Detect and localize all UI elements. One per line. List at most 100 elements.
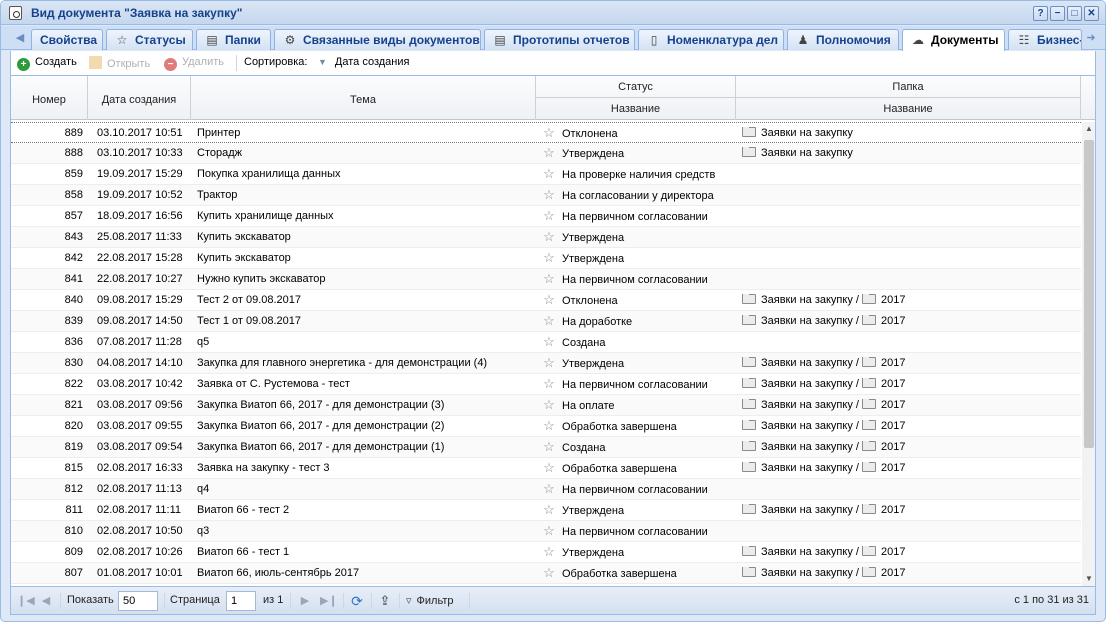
star-icon[interactable]: ☆ [542, 504, 556, 516]
cell-date: 03.10.2017 10:51 [97, 127, 183, 139]
star-icon[interactable]: ☆ [542, 168, 556, 180]
last-page-icon[interactable]: ▶❙ [320, 594, 338, 608]
path-separator: / [852, 315, 862, 327]
star-icon[interactable]: ☆ [542, 567, 556, 579]
cell-number: 857 [64, 210, 83, 222]
cell-folder: Заявки на закупку / 2017 [742, 567, 1082, 579]
tab-scroll-left-icon[interactable]: ◀ [13, 30, 27, 46]
scroll-up-icon[interactable]: ▲ [1082, 122, 1095, 136]
next-page-icon[interactable]: ▶ [298, 594, 312, 608]
folder-icon [742, 357, 756, 367]
cell-status: ☆ На доработке [542, 315, 742, 328]
table-row[interactable]: 809 02.08.2017 10:26 Виатоп 66 - тест 1 ☆ Ут… [11, 542, 1081, 563]
status-name: На первичном согласовании [562, 379, 708, 391]
table-row[interactable]: 822 03.08.2017 10:42 Заявка от С. Рустемов… [11, 374, 1081, 395]
close-button[interactable]: ✕ [1084, 6, 1099, 21]
star-icon[interactable]: ☆ [542, 462, 556, 474]
create-button[interactable]: + Создать [17, 56, 77, 71]
star-icon[interactable]: ☆ [542, 483, 556, 495]
first-page-icon[interactable]: ❙◀ [17, 594, 35, 608]
table-row[interactable]: 842 22.08.2017 15:28 Купить экскаватор ☆ Утв… [11, 248, 1081, 269]
tab-permissions[interactable]: ♟ Полномочия [787, 29, 899, 50]
cell-date: 03.10.2017 10:33 [97, 147, 183, 159]
cell-status: ☆ Обработка завершена [542, 567, 742, 580]
sort-selector[interactable]: ▼ Дата создания [318, 56, 409, 68]
table-row[interactable]: 820 03.08.2017 09:55 Закупка Виатоп 66, 20… [11, 416, 1081, 437]
scrollbar-thumb[interactable] [1084, 140, 1094, 448]
star-icon[interactable]: ☆ [542, 147, 556, 159]
path-separator: / [852, 294, 862, 306]
star-icon[interactable]: ☆ [542, 315, 556, 327]
table-row[interactable]: 810 02.08.2017 10:50 q3 ☆ На первичном согла… [11, 521, 1081, 542]
table-row[interactable]: 821 03.08.2017 09:56 Закупка Виатоп 66, 20… [11, 395, 1081, 416]
tab-business-processes[interactable]: ☷ Бизнес- [1008, 29, 1082, 50]
tab-report-prototypes[interactable]: ▤ Прототипы отчетов [484, 29, 635, 50]
table-row[interactable]: 840 09.08.2017 15:29 Тест 2 от 09.08.2017 ☆… [11, 290, 1081, 311]
column-folder-name[interactable]: Название [736, 98, 1081, 120]
column-date[interactable]: Дата создания [88, 76, 191, 120]
table-row[interactable]: 843 25.08.2017 11:33 Купить экскаватор ☆ Утв… [11, 227, 1081, 248]
star-icon[interactable]: ☆ [542, 294, 556, 306]
column-status-name[interactable]: Название [536, 98, 736, 120]
tab-folders[interactable]: ▤ Папки [196, 29, 271, 50]
maximize-button[interactable]: □ [1067, 6, 1082, 21]
table-row[interactable]: 889 03.10.2017 10:51 Принтер ☆ Отклонена Заяв… [11, 122, 1081, 143]
delete-button[interactable]: − Удалить [164, 56, 224, 71]
star-icon[interactable]: ☆ [542, 273, 556, 285]
table-row[interactable]: 815 02.08.2017 16:33 Заявка на закупку - т… [11, 458, 1081, 479]
page-number-input[interactable] [226, 591, 256, 611]
page-size-input[interactable] [118, 591, 158, 611]
folder-icon [862, 294, 876, 304]
export-icon[interactable]: ⇪ [378, 594, 392, 608]
table-row[interactable]: 841 22.08.2017 10:27 Нужно купить экскават… [11, 269, 1081, 290]
star-icon[interactable]: ☆ [542, 546, 556, 558]
star-icon[interactable]: ☆ [542, 231, 556, 243]
tab-properties[interactable]: Свойства [31, 29, 103, 50]
table-row[interactable]: 859 19.09.2017 15:29 Покупка хранилища дан… [11, 164, 1081, 185]
vertical-scrollbar[interactable]: ▲ ▼ [1082, 122, 1095, 586]
star-icon[interactable]: ☆ [542, 399, 556, 411]
tab-documents[interactable]: ☁ Документы [902, 29, 1005, 51]
window-title: Вид документа "Заявка на закупку" [31, 6, 243, 20]
table-row[interactable]: 819 03.08.2017 09:54 Закупка Виатоп 66, 20… [11, 437, 1081, 458]
status-name: На оплате [562, 400, 615, 412]
column-number[interactable]: Номер [11, 76, 88, 120]
table-row[interactable]: 811 02.08.2017 11:11 Виатоп 66 - тест 2 ☆ Ут… [11, 500, 1081, 521]
cell-status: ☆ Утверждена [542, 357, 742, 370]
table-row[interactable]: 830 04.08.2017 14:10 Закупка для главного … [11, 353, 1081, 374]
tab-statuses[interactable]: ☆ Статусы [106, 29, 193, 50]
table-row[interactable]: 836 07.08.2017 11:28 q5 ☆ Создана [11, 332, 1081, 353]
table-row[interactable]: 807 01.08.2017 10:01 Виатоп 66, июль-сентя… [11, 563, 1081, 584]
table-row[interactable]: 858 19.09.2017 10:52 Трактор ☆ На согласован… [11, 185, 1081, 206]
filter-button[interactable]: ▿ Фильтр [406, 594, 453, 607]
table-row[interactable]: 812 02.08.2017 11:13 q4 ☆ На первичном согла… [11, 479, 1081, 500]
tab-scroll-right-icon[interactable]: ➜ [1084, 30, 1098, 46]
tab-related-document-types[interactable]: ⚙ Связанные виды документов [274, 29, 481, 50]
star-icon[interactable]: ☆ [542, 420, 556, 432]
star-icon[interactable]: ☆ [542, 378, 556, 390]
star-icon[interactable]: ☆ [542, 336, 556, 348]
star-icon[interactable]: ☆ [542, 441, 556, 453]
table-row[interactable]: 839 09.08.2017 14:50 Тест 1 от 09.08.2017 ☆… [11, 311, 1081, 332]
table-row[interactable]: 888 03.10.2017 10:33 Сторадж ☆ Утверждена Зая… [11, 143, 1081, 164]
table-row[interactable]: 857 18.09.2017 16:56 Купить хранилище данн… [11, 206, 1081, 227]
star-icon[interactable]: ☆ [542, 189, 556, 201]
star-icon[interactable]: ☆ [542, 357, 556, 369]
minimize-button[interactable]: − [1050, 6, 1065, 21]
cell-status: ☆ Обработка завершена [542, 420, 742, 433]
status-name: Создана [562, 442, 606, 454]
star-icon[interactable]: ☆ [542, 525, 556, 537]
tab-case-nomenclature[interactable]: ▯ Номенклатура дел [638, 29, 784, 50]
star-icon[interactable]: ☆ [542, 252, 556, 264]
path-separator: / [852, 441, 862, 453]
scroll-down-icon[interactable]: ▼ [1082, 572, 1095, 586]
cell-folder: Заявки на закупку [742, 147, 1082, 159]
help-button[interactable]: ? [1033, 6, 1048, 21]
open-button[interactable]: Открыть [89, 56, 150, 70]
star-icon[interactable]: ☆ [542, 127, 556, 139]
column-topic[interactable]: Тема [191, 76, 536, 120]
refresh-icon[interactable]: ⟳ [350, 594, 364, 608]
prev-page-icon[interactable]: ◀ [39, 594, 53, 608]
star-icon[interactable]: ☆ [542, 210, 556, 222]
register-icon: ▯ [650, 33, 658, 47]
